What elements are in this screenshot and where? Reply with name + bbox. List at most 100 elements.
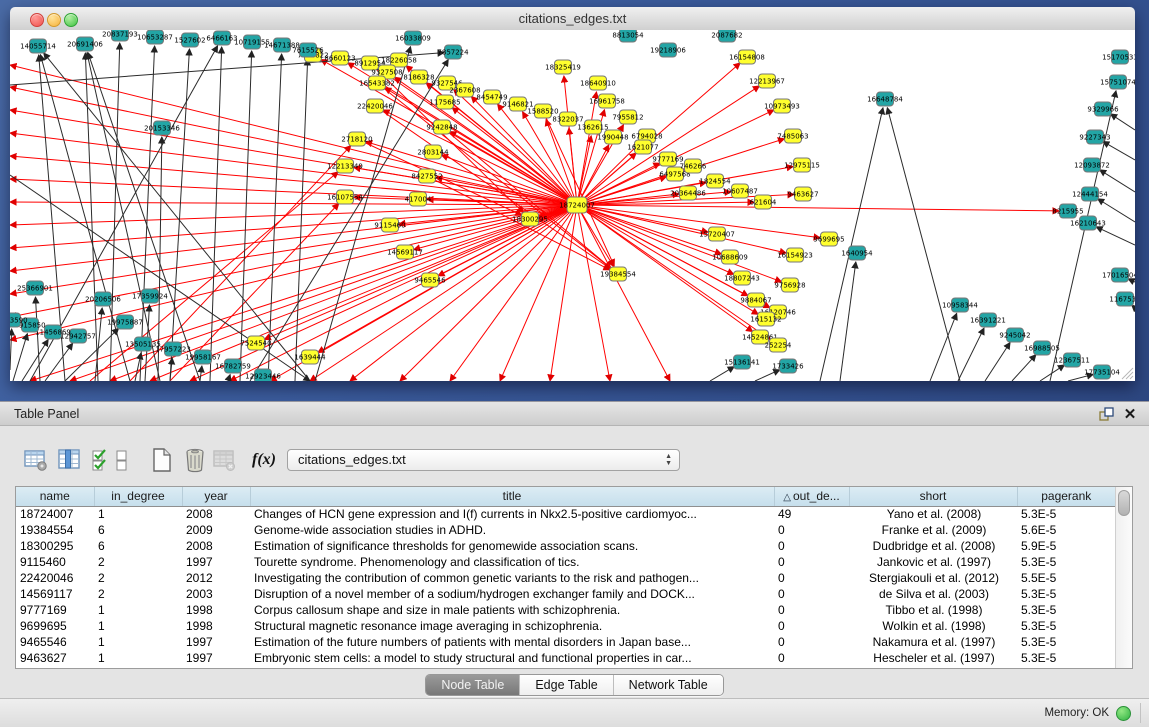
table-row[interactable]: 977716911998Corpus callosum shape and si…	[16, 602, 1116, 618]
graph-node[interactable]: 1640954	[841, 246, 873, 260]
table-cell[interactable]: Wolkin et al. (1998)	[849, 618, 1017, 634]
table-cell[interactable]: 22420046	[16, 570, 94, 586]
table-cell[interactable]: 5.3E-5	[1017, 618, 1116, 634]
table-cell[interactable]: Nakamura et al. (1997)	[849, 634, 1017, 650]
table-cell[interactable]: 9465546	[16, 634, 94, 650]
graph-node[interactable]: 9245042	[999, 328, 1030, 342]
table-cell[interactable]: 0	[774, 538, 849, 554]
graph-node[interactable]: 9463627	[787, 187, 818, 201]
column-header-short[interactable]: short	[849, 487, 1017, 506]
table-cell[interactable]: 1	[94, 634, 182, 650]
table-cell[interactable]: 2012	[182, 570, 250, 586]
close-icon[interactable]: ✕	[1121, 406, 1139, 423]
graph-node[interactable]: 16154923	[777, 248, 813, 262]
table-row[interactable]: 911546021997Tourette syndrome. Phenomeno…	[16, 554, 1116, 570]
graph-node[interactable]: 15170533	[1102, 50, 1135, 64]
table-cell[interactable]: Yano et al. (2008)	[849, 506, 1017, 522]
graph-node[interactable]: 10607487	[722, 184, 758, 198]
table-cell[interactable]: 5.3E-5	[1017, 586, 1116, 602]
graph-node[interactable]: 17359924	[132, 289, 168, 303]
graph-node[interactable]: 12213967	[749, 74, 785, 88]
graph-node[interactable]: 8215955	[1052, 204, 1083, 218]
graph-node[interactable]: 2803144	[417, 145, 449, 159]
column-header-name[interactable]: name	[16, 487, 94, 506]
table-cell[interactable]: 9463627	[16, 650, 94, 666]
table-cell[interactable]: 5.3E-5	[1017, 506, 1116, 522]
graph-node[interactable]: 7485063	[777, 129, 808, 143]
table-cell[interactable]: 14569117	[16, 586, 94, 602]
network-canvas[interactable]: 1872400786601238912954182260589327508165…	[10, 30, 1135, 381]
delete-table-button[interactable]	[210, 446, 238, 474]
graph-node[interactable]: 18640910	[580, 76, 616, 90]
table-cell[interactable]: 18724007	[16, 506, 94, 522]
table-cell[interactable]: 1998	[182, 618, 250, 634]
table-cell[interactable]: Hescheler et al. (1997)	[849, 650, 1017, 666]
graph-node[interactable]: 18325419	[545, 60, 581, 74]
graph-node[interactable]: 15136141	[724, 355, 760, 369]
column-header-out_de[interactable]: △out_de...	[774, 487, 849, 506]
table-cell[interactable]: Jankovic et al. (1997)	[849, 554, 1017, 570]
table-cell[interactable]: Disruption of a novel member of a sodium…	[250, 586, 774, 602]
table-cell[interactable]: Franke et al. (2009)	[849, 522, 1017, 538]
graph-node[interactable]: 12975115	[784, 158, 820, 172]
table-header-row[interactable]: namein_degreeyeartitle△out_de...shortpag…	[16, 487, 1116, 506]
table-cell[interactable]: 6	[94, 538, 182, 554]
graph-node[interactable]: 25366901	[17, 281, 53, 295]
table-cell[interactable]: Investigating the contribution of common…	[250, 570, 774, 586]
table-selector-dropdown[interactable]: citations_edges.txt ▲▼	[287, 449, 680, 471]
table-row[interactable]: 2242004622012Investigating the contribut…	[16, 570, 1116, 586]
table-cell[interactable]: 0	[774, 570, 849, 586]
table-cell[interactable]: 9115460	[16, 554, 94, 570]
table-cell[interactable]: 1997	[182, 650, 250, 666]
table-cell[interactable]: 2008	[182, 506, 250, 522]
table-cell[interactable]: Corpus callosum shape and size in male p…	[250, 602, 774, 618]
graph-node[interactable]: 19218906	[650, 43, 686, 57]
table-cell[interactable]: Genome-wide association studies in ADHD.	[250, 522, 774, 538]
graph-node[interactable]: 9329966	[1087, 102, 1119, 116]
table-cell[interactable]: 2008	[182, 538, 250, 554]
table-cell[interactable]: 2	[94, 586, 182, 602]
table-cell[interactable]: 0	[774, 618, 849, 634]
table-cell[interactable]: 2	[94, 570, 182, 586]
graph-node[interactable]: 14055714	[20, 39, 56, 53]
graph-node[interactable]: 8813054	[612, 30, 644, 42]
graph-node[interactable]: 19384554	[600, 267, 636, 281]
graph-node[interactable]: 9884067	[740, 293, 771, 307]
table-cell[interactable]: 1998	[182, 602, 250, 618]
graph-node[interactable]: 1990448	[597, 130, 628, 144]
table-cell[interactable]: Changes of HCN gene expression and I(f) …	[250, 506, 774, 522]
graph-node[interactable]: 15720407	[699, 227, 735, 241]
table-cell[interactable]: de Silva et al. (2003)	[849, 586, 1017, 602]
table-row[interactable]: 1456911722003Disruption of a novel membe…	[16, 586, 1116, 602]
graph-node[interactable]: 1824554	[699, 174, 731, 188]
table-cell[interactable]: 0	[774, 586, 849, 602]
graph-node[interactable]: 22420046	[357, 99, 393, 113]
table-cell[interactable]: Tourette syndrome. Phenomenology and cla…	[250, 554, 774, 570]
graph-node[interactable]: 9227343	[1079, 130, 1110, 144]
graph-node[interactable]: 10958344	[942, 298, 978, 312]
table-cell[interactable]: 0	[774, 650, 849, 666]
graph-node[interactable]: 8186328	[403, 70, 434, 84]
table-cell[interactable]: Estimation of significance thresholds fo…	[250, 538, 774, 554]
table-row[interactable]: 1938455462009Genome-wide association stu…	[16, 522, 1116, 538]
select-all-rows-button[interactable]	[88, 446, 116, 474]
table-cell[interactable]: Structural magnetic resonance image aver…	[250, 618, 774, 634]
table-cell[interactable]: Dudbridge et al. (2008)	[849, 538, 1017, 554]
graph-node[interactable]: 1167533	[1109, 292, 1135, 306]
table-cell[interactable]: 5.3E-5	[1017, 650, 1116, 666]
graph-node[interactable]: 7955812	[612, 110, 643, 124]
unselect-all-rows-button[interactable]	[113, 446, 131, 474]
table-cell[interactable]: 2003	[182, 586, 250, 602]
graph-node[interactable]: 17735104	[1084, 365, 1120, 379]
table-cell[interactable]: 5.5E-5	[1017, 570, 1116, 586]
graph-node[interactable]: 10973493	[764, 99, 800, 113]
network-window-titlebar[interactable]: citations_edges.txt	[10, 7, 1135, 31]
graph-node[interactable]: 12093872	[1074, 158, 1110, 172]
table-row[interactable]: 1830029562008Estimation of significance …	[16, 538, 1116, 554]
table-cell[interactable]: 1	[94, 650, 182, 666]
tab-edge-table[interactable]: Edge Table	[519, 675, 612, 695]
graph-node[interactable]: 16107554	[327, 190, 363, 204]
table-cell[interactable]: 49	[774, 506, 849, 522]
graph-node[interactable]: 9756928	[774, 278, 805, 292]
table-cell[interactable]: 5.3E-5	[1017, 602, 1116, 618]
